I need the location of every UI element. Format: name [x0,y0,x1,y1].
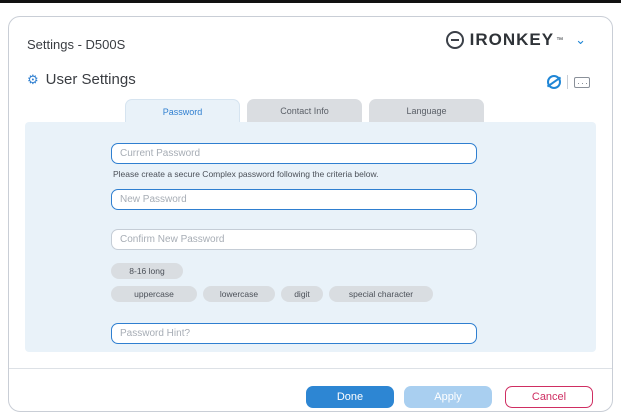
password-panel: Current Password Please create a secure … [25,122,596,352]
footer-divider [9,368,612,369]
brand[interactable]: IRONKEY ™ ⌄ [445,30,586,50]
criteria-length-chip: 8-16 long [111,263,183,279]
criteria-uppercase-chip: uppercase [111,286,197,302]
tool-divider [567,75,568,89]
tab-contact-info[interactable]: Contact Info [247,99,362,123]
tab-password[interactable]: Password [125,99,240,123]
brand-trademark: ™ [556,36,564,44]
keyboard-icon[interactable] [574,76,590,88]
apply-button[interactable]: Apply [404,386,492,408]
brand-name: IRONKEY [469,30,555,49]
cancel-button[interactable]: Cancel [505,386,593,408]
tab-language[interactable]: Language [369,99,484,123]
titlebar: Settings - D500S IRONKEY ™ ⌄ [9,17,612,63]
confirm-password-input[interactable]: Confirm New Password [111,229,477,250]
page-title: User Settings [45,71,136,88]
top-rule [0,0,621,3]
settings-window: Settings - D500S IRONKEY ™ ⌄ ⚙ User Sett… [8,16,613,412]
ironkey-logo-icon [445,31,464,49]
password-helper-text: Please create a secure Complex password … [113,169,379,179]
criteria-special-chip: special character [329,286,433,302]
header-tools [547,75,590,89]
current-password-input[interactable]: Current Password [111,143,477,164]
password-hint-input[interactable]: Password Hint? [111,323,477,344]
done-button[interactable]: Done [306,386,394,408]
new-password-input[interactable]: New Password [111,189,477,210]
window-title: Settings - D500S [27,37,126,52]
tab-bar: Password Contact Info Language [125,99,484,123]
gear-icon: ⚙ [27,71,39,87]
eye-hidden-icon[interactable] [547,75,561,89]
page-heading: ⚙ User Settings [27,71,136,88]
chevron-down-icon[interactable]: ⌄ [575,32,586,48]
criteria-lowercase-chip: lowercase [203,286,275,302]
criteria-digit-chip: digit [281,286,323,302]
